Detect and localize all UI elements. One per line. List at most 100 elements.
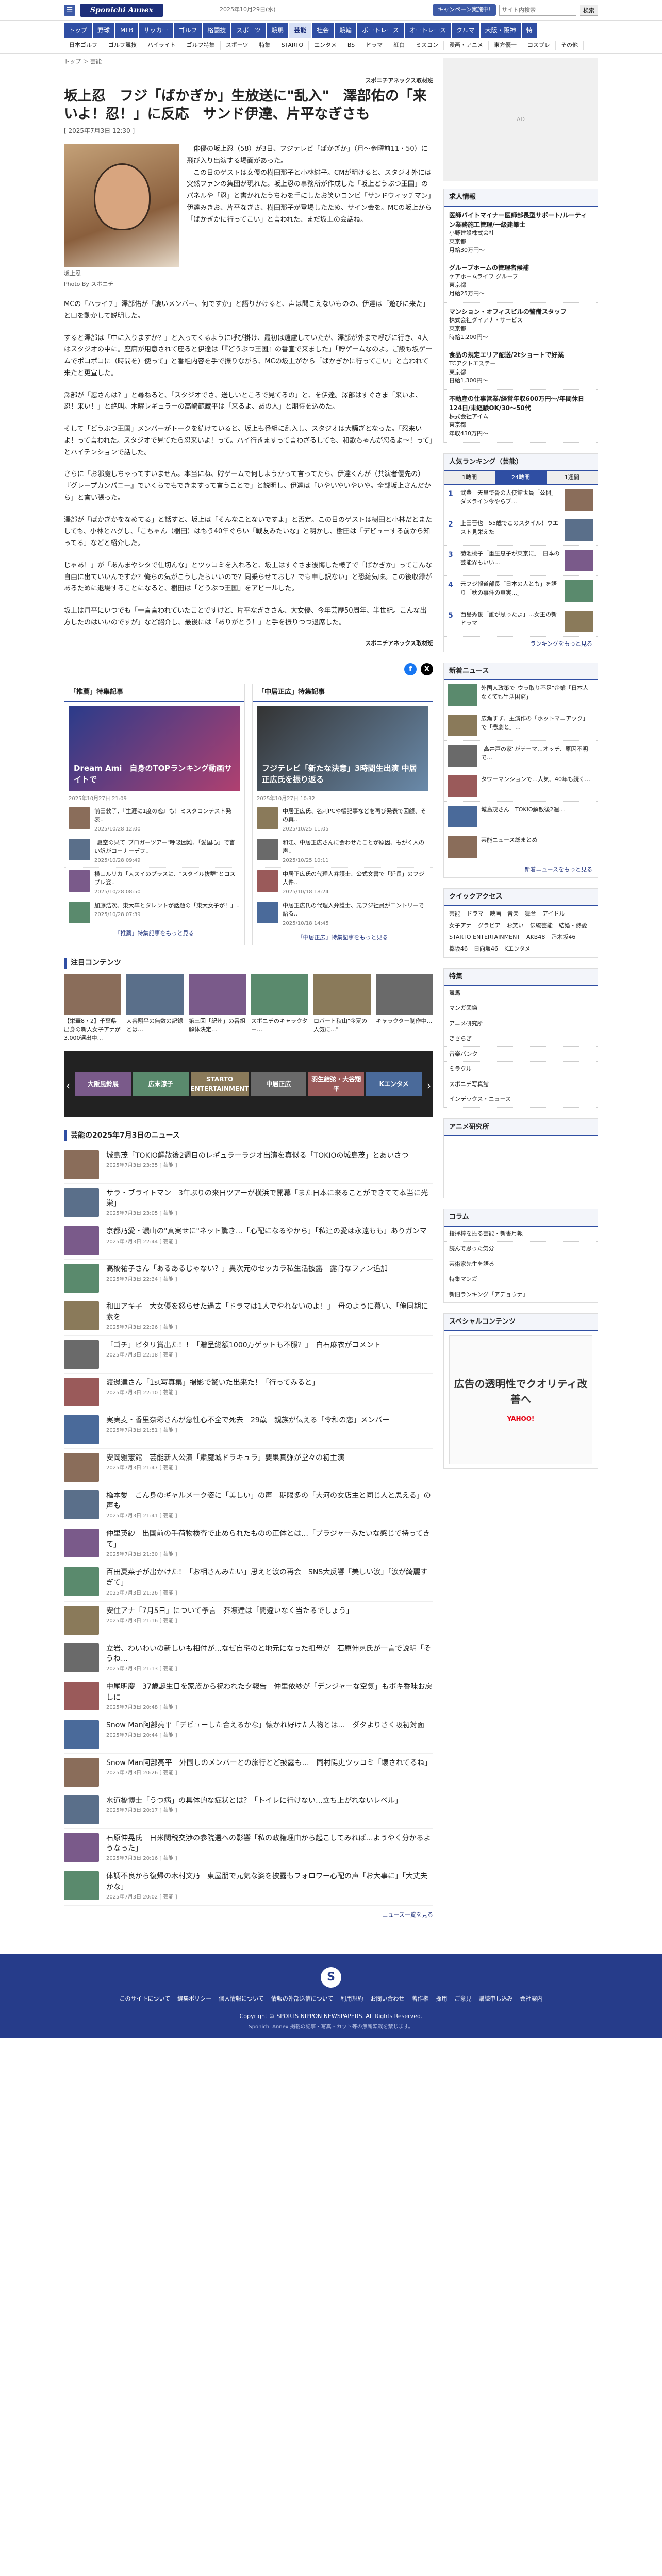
news-list-link[interactable]: ニュース一覧を見る (64, 1911, 433, 1920)
news-row[interactable]: 中尾明慶 37歳誕生日を家族から祝われた夕報告 仲里依紗が「デンジャーな空気」も… (64, 1677, 433, 1716)
special-more-link[interactable]: 「中居正広」特集記事をもっと見る (253, 930, 433, 945)
footer-link[interactable]: 購読申し込み (479, 1995, 513, 2004)
footer-link[interactable]: 会社案内 (520, 1995, 543, 2004)
carousel-tile[interactable]: 広末涼子 (133, 1071, 189, 1096)
quick-link[interactable]: アイドル (542, 910, 565, 919)
special-feature[interactable]: フジテレビ「新たな決意」3時間生出演 中居正広氏を振り返る (257, 705, 428, 791)
column-link[interactable]: 新旧ランキング「アデョウナ」 (444, 1287, 598, 1302)
subnav-item-8[interactable]: BS (342, 41, 361, 50)
quick-link[interactable]: 結婚・熱愛 (559, 922, 587, 930)
footer-link[interactable]: 編集ポリシー (177, 1995, 211, 2004)
carousel-prev-icon[interactable]: ‹ (66, 1078, 70, 1093)
news-row[interactable]: 百田夏菜子が出かけた！「お相さんみたい」思えと涙の再会 SNS大反響「美しい涙」… (64, 1563, 433, 1602)
nav-item-0[interactable]: トップ (64, 23, 92, 38)
column-link[interactable]: 指揮棒を振る芸能・新書月報 (444, 1227, 598, 1242)
news-row[interactable]: 安岡雅憲館 芸能新人公演「粛魔城ドラキュラ」要果真弥が堂々の初主演 2025年7月… (64, 1449, 433, 1486)
list-item[interactable]: 前田敦子、『生涯に1度の恋』も！ミスタコンテスト発表.. 2025/10/28 1… (64, 805, 244, 836)
attention-item[interactable]: スポニチのキャラクター… (251, 974, 308, 1043)
ranking-item[interactable]: 3 菊池桃子「重圧息子が東京に」 日本の芸能界もいい… (444, 546, 598, 576)
site-logo[interactable]: Sponichi Annex (80, 3, 163, 17)
ranking-item[interactable]: 5 西島秀俊「誰が思ったよ」…女王の新ドラマ (444, 606, 598, 637)
search-input[interactable] (499, 4, 576, 16)
nav-item-8[interactable]: 芸能 (289, 23, 311, 38)
footer-link[interactable]: このサイトについて (119, 1995, 170, 2004)
carousel-tile[interactable]: Kエンタメ (366, 1071, 422, 1096)
quick-link[interactable]: Kエンタメ (504, 945, 531, 954)
list-item[interactable]: 加藤浩次、東大卒とタレントが話題の「東大女子が！」.. 2025/10/28 07… (64, 899, 244, 926)
special-more-link[interactable]: 「推薦」特集記事をもっと見る (64, 926, 244, 941)
nav-item-9[interactable]: 社会 (312, 23, 334, 38)
list-item[interactable]: 中居正広氏の代理人弁護士、元フジ社員がエントリーで語る.. 2025/10/18 … (253, 899, 433, 930)
campaign-button[interactable]: キャンペーン実施中! (433, 4, 496, 16)
subnav-item-5[interactable]: 特集 (254, 41, 276, 50)
job-item[interactable]: グループホームの管理者候補 ケアホームライフ グループ 東京都 月給25万円〜 (444, 259, 598, 303)
quick-link[interactable]: 音楽 (507, 910, 519, 919)
footer-link[interactable]: 個人情報について (219, 1995, 264, 2004)
footer-link[interactable]: 採用 (436, 1995, 448, 2004)
news-row[interactable]: 和田アキ子 大女優を怒らせた過去「ドラマは1人でやれないのよ！」 母のように慕い… (64, 1297, 433, 1336)
carousel-tile[interactable]: 大阪風鈴展 (75, 1071, 131, 1096)
nav-item-3[interactable]: サッカー (139, 23, 173, 38)
article-photo[interactable] (64, 144, 179, 268)
feature-more-link[interactable]: インデックス・ニュース (444, 1092, 598, 1108)
footer-link[interactable]: お問い合わせ (371, 1995, 405, 2004)
breadcrumb[interactable]: トップ ＞ 芸能 (64, 58, 433, 66)
subnav-item-15[interactable]: その他 (556, 41, 584, 50)
nav-item-15[interactable]: 特 (521, 23, 537, 38)
column-link[interactable]: 芸術家先生を語る (444, 1257, 598, 1272)
news-row[interactable]: 体調不良から復帰の木村文乃 東屋朋で元気な姿を披露もフォロワー心配の声「お大事に… (64, 1867, 433, 1906)
subnav-item-0[interactable]: 日本ゴルフ (64, 41, 103, 50)
special-feature[interactable]: Dream Ami 自身のTOPランキング動画サイトで (69, 705, 240, 791)
feature-link[interactable]: マンガ図鑑 (444, 1001, 598, 1016)
column-link[interactable]: 読んで思った気分 (444, 1242, 598, 1257)
subnav-item-1[interactable]: ゴルフ競技 (103, 41, 142, 50)
nav-item-14[interactable]: 大阪・阪神 (480, 23, 521, 38)
footer-link[interactable]: 著作権 (412, 1995, 429, 2004)
subnav-item-10[interactable]: 紅白 (388, 41, 411, 50)
quick-link[interactable]: STARTO ENTERTAINMENT (449, 933, 520, 942)
news-row[interactable]: 仲里英紗 出国前の手荷物検査で止められたものの正体とは…「ブラジャーみたいな感じ… (64, 1524, 433, 1564)
list-item[interactable]: 中居正広氏の代理人弁護士、公式文書で「延長」のフジ人件.. 2025/10/18 … (253, 868, 433, 899)
x-icon[interactable]: X (421, 663, 433, 676)
nav-item-2[interactable]: MLB (115, 23, 138, 38)
news-row[interactable]: 実実麦・香里奈彩さんが急性心不全で死去 29歳 親族が伝える「令和の恋」メンバー… (64, 1411, 433, 1449)
ranking-tab[interactable]: 1時間 (444, 471, 495, 484)
quick-link[interactable]: 日向坂46 (474, 945, 498, 954)
menu-icon[interactable]: ☰ (64, 4, 75, 16)
news-row[interactable]: 「ゴチ」ビタリ賞出た！！「贈呈総額1000万ゲットも不服？」 白石麻衣がコメント… (64, 1336, 433, 1374)
nav-item-1[interactable]: 野球 (93, 23, 115, 38)
nav-item-6[interactable]: スポーツ (231, 23, 266, 38)
quick-link[interactable]: 欅坂46 (449, 945, 468, 954)
nav-item-7[interactable]: 競馬 (267, 23, 289, 38)
anime-links[interactable] (444, 1136, 598, 1198)
feature-link[interactable]: ミラクル (444, 1062, 598, 1077)
attention-item[interactable]: 【栄華8・2】千葉県出身の新人女子アナが3,000選出中… (64, 974, 121, 1043)
footer-logo[interactable]: S (321, 1967, 341, 1988)
news-row[interactable]: 城島茂「TOKIO解散後2週目のレギュラーラジオ出演を真似る「TOKIOの城島茂… (64, 1146, 433, 1184)
carousel-tile[interactable]: STARTO ENTERTAINMENT (190, 1071, 249, 1096)
ranking-item[interactable]: 1 武豊 天皇で骨の大使館世員「公開」 ダメライン今やらブ… (444, 485, 598, 515)
quick-link[interactable]: 女子アナ (449, 922, 472, 930)
search-button[interactable]: 検索 (580, 4, 598, 16)
list-item[interactable]: 和江、中居正広さんに会わせたことが原因、もがく人の声.. 2025/10/25 1… (253, 836, 433, 868)
ranking-item[interactable]: 2 上田晋也 55歳でこのスタイル！ウエスト見栄えた (444, 515, 598, 546)
news-row[interactable]: 安住アナ「7月5日」について予言 芥凛達は「間違いなく当たるでしょう」 2025年… (64, 1602, 433, 1639)
subnav-item-9[interactable]: ドラマ (360, 41, 389, 50)
subnav-item-2[interactable]: ハイライト (142, 41, 181, 50)
subnav-item-3[interactable]: ゴルフ特集 (181, 41, 221, 50)
quick-link[interactable]: AKB48 (526, 933, 545, 942)
attention-item[interactable]: 第三回「紀州」の番組解体決定… (189, 974, 246, 1043)
quick-link[interactable]: 映画 (490, 910, 501, 919)
nav-item-11[interactable]: ボートレース (357, 23, 404, 38)
quick-link[interactable]: 乃木坂46 (551, 933, 575, 942)
nav-item-13[interactable]: クルマ (452, 23, 479, 38)
nav-item-12[interactable]: オートレース (404, 23, 451, 38)
news-row[interactable]: 京都乃愛・濃山の"真実せに"ネット驚き…「心配になるやから」「私達の愛は永遠もも… (64, 1222, 433, 1260)
quick-link[interactable]: 舞台 (525, 910, 536, 919)
ranking-tab[interactable]: 1週間 (546, 471, 598, 484)
ranking-item[interactable]: 4 元フジ報道部長「日本の人とも」を語り「秋の事件の真実…」 (444, 576, 598, 606)
subnav-item-13[interactable]: 東方優一 (489, 41, 522, 50)
nav-item-5[interactable]: 格闘技 (203, 23, 231, 38)
job-item[interactable]: 医師バイトマイナー医師部長型サポート/ルーティン業務施工管理/一級建築士 小野建設… (444, 207, 598, 259)
job-item[interactable]: 食品の規定エリア配送/2tショートで好業 TCアクトエステー 東京都 日給1,300円… (444, 346, 598, 390)
